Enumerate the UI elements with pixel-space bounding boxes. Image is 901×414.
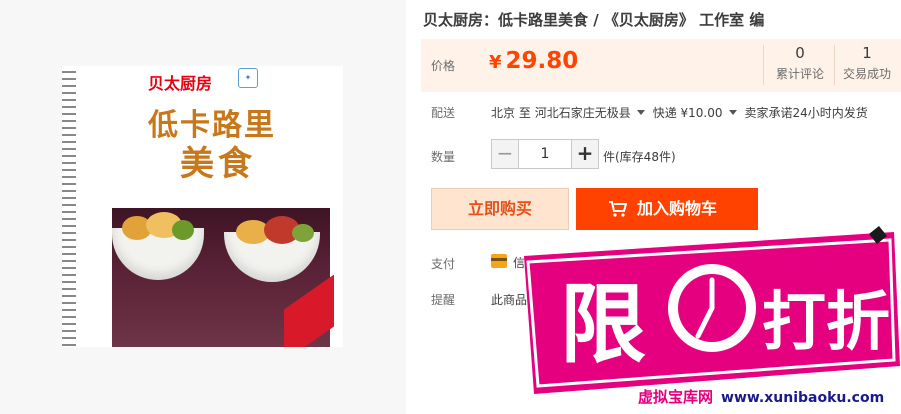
promo-char-1: 限 [560, 275, 646, 375]
quantity-stepper: − 1 + [491, 139, 599, 169]
sales-stat[interactable]: 1 交易成功 [836, 39, 898, 92]
price-value: ¥29.80 [489, 48, 578, 74]
payment-label: 支付 [431, 257, 456, 271]
credit-card-icon [491, 254, 507, 268]
sales-label: 交易成功 [842, 67, 891, 81]
quantity-increase-button[interactable]: + [572, 140, 598, 168]
food-left-greens [172, 220, 194, 240]
price-panel: 价格 ¥29.80 0 累计评论 1 交易成功 [421, 39, 901, 92]
quantity-input[interactable]: 1 [518, 140, 572, 168]
notice-label: 提醒 [431, 293, 456, 307]
stock-text: 件(库存48件) [603, 150, 676, 164]
shipping-label: 配送 [431, 106, 456, 120]
shipping-from: 北京 [491, 106, 516, 120]
add-to-cart-label: 加入购物车 [637, 199, 718, 218]
chevron-down-icon [728, 110, 737, 115]
cover-publisher-logo: ✦ [238, 68, 258, 88]
quantity-decrease-button[interactable]: − [492, 140, 518, 168]
shipping-row: 北京 至 河北石家庄无极县 快递 ¥10.00 卖家承诺24小时内发货 [491, 104, 868, 121]
quantity-label: 数量 [431, 150, 456, 164]
shipping-method-select[interactable]: 快递 ¥10.00 [653, 106, 745, 120]
price-number: 29.80 [505, 48, 579, 74]
review-count: 0 [795, 44, 805, 62]
product-title: 贝太厨房：低卡路里美食 / 《贝太厨房》 工作室 编 [423, 11, 765, 29]
add-to-cart-button[interactable]: 加入购物车 [576, 188, 758, 230]
spiral-binding [62, 66, 76, 347]
review-stat[interactable]: 0 累计评论 [766, 39, 834, 92]
shipping-promise: 卖家承诺24小时内发货 [744, 106, 868, 120]
shipping-destination-select[interactable]: 河北石家庄无极县 [535, 106, 653, 120]
currency-symbol: ¥ [489, 52, 502, 73]
chevron-down-icon [636, 110, 645, 115]
shipping-method-text: 快递 ¥10.00 [652, 106, 723, 120]
destination-text: 河北石家庄无极县 [534, 106, 631, 120]
product-cover-image[interactable]: 贝太厨房 ✦ 低卡路里 美食 [62, 66, 343, 347]
shopping-cart-icon [609, 201, 627, 217]
watermark-site: 虚拟宝库网 [638, 388, 714, 406]
divider [834, 45, 835, 85]
watermark-url[interactable]: www.xunibaoku.com [721, 390, 884, 406]
price-label: 价格 [431, 59, 456, 73]
cover-brand: 贝太厨房 [148, 74, 213, 93]
shipping-to-word: 至 [518, 106, 531, 120]
buy-now-button[interactable]: 立即购买 [431, 188, 569, 230]
product-gallery: 贝太厨房 ✦ 低卡路里 美食 [0, 0, 406, 414]
review-label: 累计评论 [775, 67, 824, 81]
promo-char-3: 打折 [762, 286, 890, 360]
divider [763, 45, 764, 85]
cover-title-line2: 美食 [180, 144, 256, 184]
food-right-greens [292, 224, 314, 242]
sales-count: 1 [862, 44, 872, 62]
watermark: 虚拟宝库网 www.xunibaoku.com [638, 386, 884, 407]
